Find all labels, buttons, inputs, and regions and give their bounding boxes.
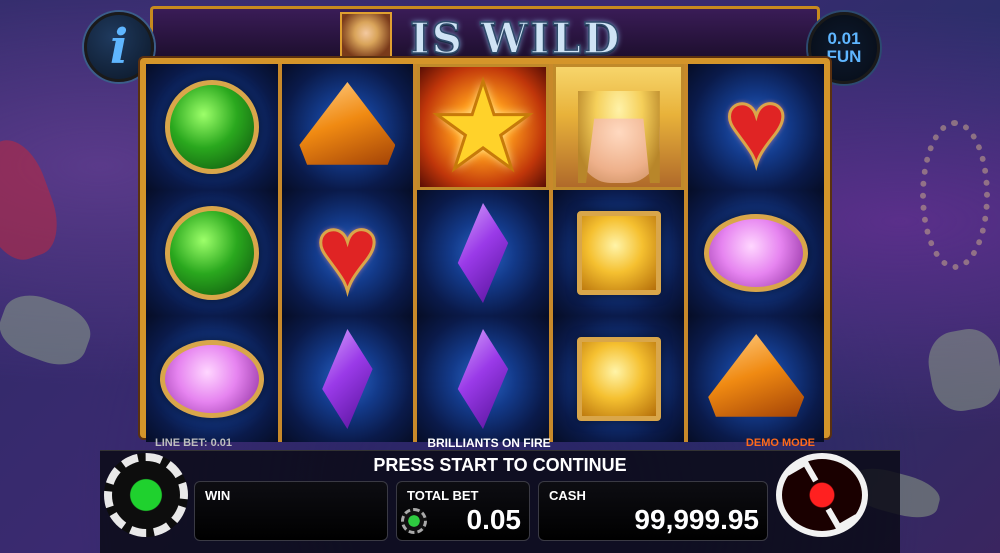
reels-grid: ♥ ★ ♥ (140, 58, 830, 442)
orange-trillion-gem-icon (708, 334, 805, 417)
win-display: WIN (194, 481, 388, 541)
reel-cell (146, 190, 278, 316)
orange-trillion-gem-icon (299, 82, 396, 165)
demo-mode-label: DEMO MODE (745, 437, 815, 449)
status-message: PRESS START TO CONTINUE (373, 455, 627, 475)
total-bet-value: 0.05 (466, 504, 522, 535)
info-icon: i (109, 19, 129, 75)
cash-display: CASH 99,999.95 (538, 481, 768, 541)
reel-cell: ♥ (688, 64, 824, 190)
total-bet-display[interactable]: TOTAL BET 0.05 (396, 481, 530, 541)
reel-cell: ♥ (281, 190, 414, 316)
purple-marquise-gem-icon (322, 329, 373, 429)
reel-cell (688, 316, 824, 442)
reel-4 (552, 64, 689, 442)
reel-cell (146, 316, 278, 442)
background-banknote (0, 286, 98, 374)
coin-value: 0.01 (827, 29, 861, 48)
cash-value: 99,999.95 (634, 504, 759, 535)
title-text: IS WILD (409, 13, 622, 64)
background-ribbon (0, 131, 69, 269)
reel-cell (552, 316, 685, 442)
reel-cell (552, 190, 685, 316)
green-round-gem-icon (164, 80, 259, 174)
reel-5: ♥ (688, 64, 824, 442)
win-label: WIN (205, 488, 231, 503)
reel-2: ♥ (281, 64, 418, 442)
info-strip: LINE BET: 0.01 BRILLIANTS ON FIRE DEMO M… (155, 436, 815, 450)
background-banknote (923, 324, 1000, 416)
small-gear-icon[interactable] (401, 508, 427, 534)
game-name-label: BRILLIANTS ON FIRE (427, 436, 551, 450)
pink-oval-gem-icon (159, 340, 264, 418)
total-bet-label: TOTAL BET (407, 488, 479, 503)
reel-cell (417, 316, 549, 442)
red-heart-gem-icon: ♥ (314, 192, 381, 313)
reel-cell (281, 64, 414, 190)
blonde-portrait-icon (340, 12, 392, 64)
line-bet-label: LINE BET: 0.01 (155, 437, 233, 449)
reel-3: ★ (417, 64, 553, 442)
reel-cell: ★ (417, 64, 549, 190)
yellow-square-gem-icon (576, 337, 661, 421)
red-heart-gem-icon: ♥ (723, 66, 790, 187)
purple-marquise-gem-icon (457, 203, 509, 303)
reel-cell (552, 64, 685, 190)
refresh-spin-icon[interactable] (776, 453, 868, 537)
reel-cell (417, 190, 549, 316)
purple-marquise-gem-icon (457, 329, 509, 429)
reel-1 (146, 64, 282, 442)
reel-cell (688, 190, 824, 316)
coin-currency: FUN (826, 47, 862, 66)
reel-cell (146, 64, 278, 190)
background-pearl-necklace (920, 120, 990, 270)
green-round-gem-icon (164, 206, 259, 300)
gold-star-icon: ★ (428, 64, 539, 190)
game-title: IS WILD (340, 12, 640, 64)
reel-cell (281, 316, 414, 442)
cash-label: CASH (549, 488, 586, 503)
blonde-wild-icon (577, 91, 660, 183)
yellow-square-gem-icon (576, 211, 661, 295)
control-panel: PRESS START TO CONTINUE WIN TOTAL BET 0.… (100, 450, 900, 553)
pink-oval-gem-icon (704, 214, 809, 292)
